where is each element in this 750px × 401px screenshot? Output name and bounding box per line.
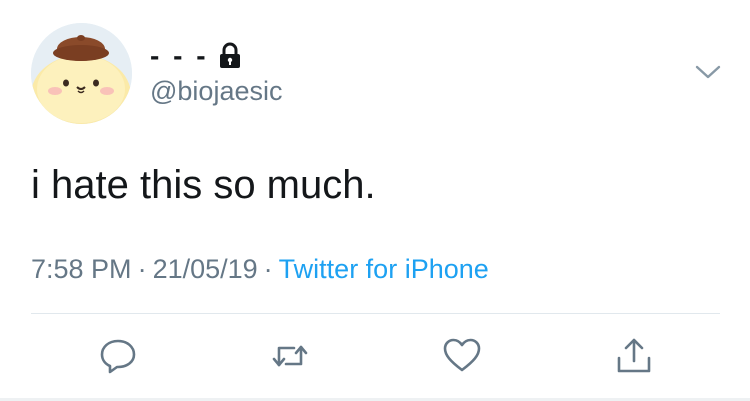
like-icon	[443, 338, 481, 372]
retweet-icon	[272, 345, 308, 367]
tweet-date[interactable]: 21/05/19	[153, 254, 258, 284]
avatar-image	[31, 23, 132, 124]
display-name[interactable]: - - -	[150, 40, 243, 72]
tweet-source-link[interactable]: Twitter for iPhone	[279, 254, 489, 284]
meta-separator: ·	[263, 254, 273, 284]
avatar[interactable]	[31, 23, 132, 124]
tweet-meta: 7:58 PM · 21/05/19 · Twitter for iPhone	[31, 256, 489, 283]
user-handle[interactable]: @biojaesic	[150, 78, 282, 105]
retweet-button[interactable]	[270, 336, 310, 376]
meta-separator: ·	[137, 254, 147, 284]
reply-icon	[100, 339, 136, 374]
share-button[interactable]	[614, 336, 654, 376]
divider	[31, 313, 720, 314]
tweet-card: - - - @biojaesic i hate this so much. 7:…	[0, 0, 750, 401]
reply-button[interactable]	[98, 336, 138, 376]
display-name-text: - - -	[150, 40, 209, 71]
lock-icon	[217, 42, 243, 70]
share-icon	[617, 338, 651, 373]
chevron-down-icon[interactable]	[694, 62, 722, 82]
tweet-text: i hate this so much.	[31, 163, 376, 207]
like-button[interactable]	[442, 336, 482, 376]
tweet-time[interactable]: 7:58 PM	[31, 254, 132, 284]
